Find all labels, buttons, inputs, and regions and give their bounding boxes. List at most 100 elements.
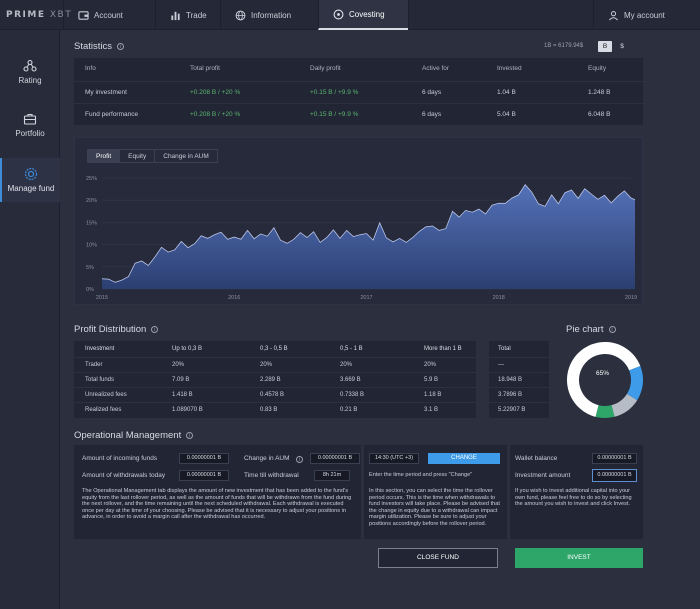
cell: 20% — [424, 362, 437, 368]
header-cell: More than 1 B — [424, 346, 462, 352]
tab-label: Information — [251, 10, 292, 20]
pie-center-label: 65% — [596, 370, 610, 377]
sidebar-item-rating[interactable]: Rating — [0, 50, 60, 94]
table-row: Realized fees 1.089070 B 0.83 B 0.21 B 3… — [74, 402, 476, 417]
change-aum-label: Change in AUM — [244, 455, 290, 462]
tab-account[interactable]: Account — [63, 0, 155, 30]
tab-label: Account — [94, 10, 123, 20]
cell: 5.22907 B — [498, 407, 526, 413]
profit-distribution-title: Profit Distribution i — [74, 324, 159, 335]
rollover-time-input[interactable]: 14:30 (UTC +3) — [369, 453, 419, 464]
tab-label: Covesting — [349, 9, 385, 19]
change-button[interactable]: CHANGE — [428, 453, 500, 464]
info-icon[interactable]: i — [608, 326, 616, 333]
incoming-funds-value: 0.00000001 B — [179, 453, 229, 464]
cell: +0.15 B / +9.9 % — [310, 111, 359, 118]
cell: 6.048 B — [588, 111, 611, 118]
table-row: Total funds 7.09 B 2.289 B 3.669 B 5.9 B — [74, 372, 476, 387]
header-cell: 0,3 - 0,5 B — [260, 346, 288, 352]
statistics-title: Statistics i — [74, 41, 125, 52]
y-tick-label: 0% — [86, 287, 94, 293]
tab-covesting[interactable]: Covesting — [318, 0, 408, 30]
exchange-rate: 1B = 6179.94$ — [544, 43, 584, 49]
table-row: 3.7896 B — [489, 387, 549, 402]
cell: 6 days — [422, 111, 442, 118]
cell: 7.09 B — [172, 377, 190, 383]
info-icon[interactable]: i — [117, 43, 125, 50]
sidebar-item-manage-fund[interactable]: Manage fund — [0, 158, 60, 202]
invest-button[interactable]: INVEST — [515, 548, 643, 568]
pie-chart-title: Pie chart i — [566, 324, 616, 335]
tab-spacer — [408, 0, 593, 30]
header-cell: Info — [85, 65, 96, 72]
globe-icon — [235, 10, 246, 20]
x-tick-label: 2019 — [625, 295, 637, 301]
header-cell: Total — [498, 346, 511, 352]
header-cell: Daily profit — [310, 65, 341, 72]
briefcase-icon — [23, 113, 37, 125]
y-tick-label: 20% — [86, 198, 97, 204]
statistics-table: Info Total profit Daily profit Active fo… — [74, 58, 643, 125]
wallet-balance-value: 0.00000001 B — [592, 453, 637, 464]
y-tick-label: 5% — [86, 265, 94, 271]
user-icon — [609, 10, 618, 20]
header-cell: Active for — [422, 65, 450, 72]
currency-usd-toggle[interactable]: $ — [617, 41, 627, 52]
cell: +0.15 B / +9.9 % — [310, 89, 359, 96]
table-header: Info Total profit Daily profit Active fo… — [74, 58, 643, 80]
cell: 20% — [172, 362, 185, 368]
rollover-hint: Enter the time period and press "Change" — [369, 472, 473, 478]
close-fund-button[interactable]: CLOSE FUND — [378, 548, 498, 568]
tab-information[interactable]: Information — [220, 0, 318, 30]
table-row: — — [489, 357, 549, 372]
investment-amount-input[interactable]: 0.00000001 B — [592, 469, 637, 482]
cell: 0.83 B — [260, 407, 278, 413]
pie-chart — [567, 342, 643, 418]
header-cell: Equity — [588, 65, 607, 72]
cell: 1.089070 B — [172, 407, 203, 413]
currency-btc-toggle[interactable]: B — [598, 41, 612, 52]
info-icon[interactable]: i — [296, 456, 303, 463]
cell: Unrealized fees — [85, 392, 127, 398]
tab-label: Trade — [186, 10, 207, 20]
cell: +0.208 B / +20 % — [190, 111, 241, 118]
time-till-withdrawal-value: 8h 21m — [314, 470, 350, 481]
operational-description: The Operational Management tab displays … — [82, 488, 352, 521]
pie-hole — [580, 355, 630, 405]
header-cell: Invested — [497, 65, 522, 72]
info-icon[interactable]: i — [186, 432, 194, 439]
rating-icon — [23, 59, 37, 72]
cell: 18.948 B — [498, 377, 523, 383]
invest-panel: Wallet balance 0.00000001 B Investment a… — [510, 445, 643, 539]
cell: 0.7338 B — [340, 392, 365, 398]
cell: 1.04 B — [497, 89, 516, 96]
chart-bars-icon — [171, 11, 180, 20]
cell: 1.418 B — [172, 392, 193, 398]
table-row: 5.22907 B — [489, 402, 549, 417]
table-row: Trader 20% 20% 20% 20% — [74, 357, 476, 372]
cell: 0.4578 B — [260, 392, 285, 398]
info-icon[interactable]: i — [151, 326, 159, 333]
rollover-description: In this section, you can select the time… — [369, 488, 500, 527]
sidebar-item-label: Portfolio — [15, 129, 45, 138]
pie-slice — [595, 405, 615, 418]
x-tick-label: 2016 — [228, 295, 240, 301]
my-account-button[interactable]: My account — [593, 0, 700, 30]
x-tick-label: 2018 — [493, 295, 505, 301]
sidebar-item-portfolio[interactable]: Portfolio — [0, 103, 60, 147]
y-tick-label: 15% — [86, 220, 97, 226]
cell: My investment — [85, 89, 127, 96]
y-tick-label: 10% — [86, 243, 97, 249]
tab-trade[interactable]: Trade — [155, 0, 220, 30]
profit-distribution-totals: Total — 18.948 B 3.7896 B 5.22907 B — [489, 341, 549, 418]
change-aum-value: 0.00000001 B — [310, 453, 360, 464]
cell: Fund performance — [85, 111, 139, 118]
cell: 5.9 B — [424, 377, 439, 383]
profit-distribution-table: Investment Up to 0,3 B 0,3 - 0,5 B 0,5 -… — [74, 341, 476, 418]
cell: 1.248 B — [588, 89, 611, 96]
time-till-withdrawal-label: Time till withdrawal — [244, 472, 299, 479]
cell: 5.04 B — [497, 111, 516, 118]
cell: Trader — [85, 362, 103, 368]
header-cell: Total profit — [190, 65, 220, 72]
gear-icon — [24, 167, 38, 181]
